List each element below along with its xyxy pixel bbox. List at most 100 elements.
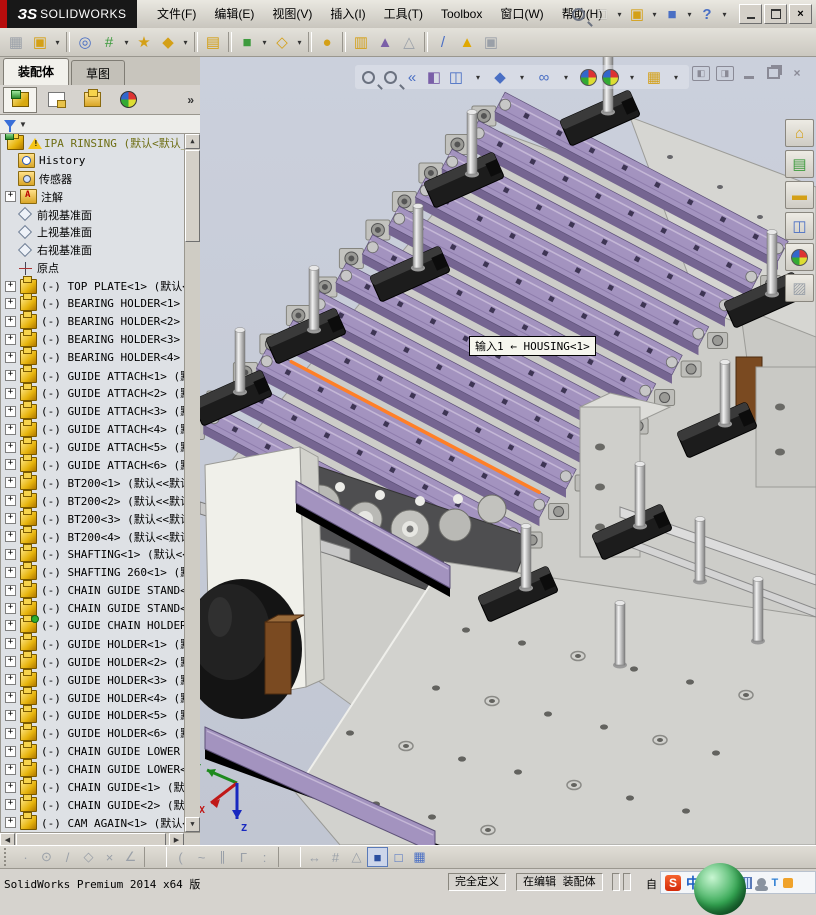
tree-item-front-plane[interactable]: 前视基准面 <box>1 206 200 224</box>
expand-toggle[interactable]: + <box>5 602 16 614</box>
propertymanager-tab-icon[interactable] <box>39 87 73 113</box>
linear-component-pattern-icon[interactable]: # <box>97 30 121 54</box>
expand-toggle[interactable]: + <box>5 370 16 382</box>
expand-toggle[interactable]: + <box>5 531 16 543</box>
tree-item-bt200-4[interactable]: + (-) BT200<4> (默认<<默认 <box>1 526 200 546</box>
tree-item-cam-again-1[interactable]: + (-) CAM AGAIN<1> (默认< <box>1 812 200 832</box>
grid-icon[interactable]: # <box>325 847 346 867</box>
expand-toggle[interactable] <box>5 174 14 183</box>
menu-toolbox[interactable]: Toolbox <box>432 0 491 28</box>
snapshot-icon[interactable]: ▣ <box>479 30 503 54</box>
apply-scene-icon[interactable] <box>599 66 621 88</box>
zoom-to-fit-icon[interactable] <box>357 66 379 88</box>
expand-toggle[interactable]: + <box>5 781 16 793</box>
view-palette-icon[interactable]: ◫ <box>785 212 814 240</box>
polygon-icon[interactable]: ◇ <box>78 847 99 867</box>
smart-dimension-icon[interactable]: ↔ <box>304 847 325 867</box>
hide-show-dropdown-icon[interactable]: ▾ <box>555 66 577 88</box>
sogou-logo-icon[interactable]: S <box>665 874 681 891</box>
appearances-icon[interactable] <box>785 243 814 271</box>
expand-toggle[interactable]: + <box>5 405 16 417</box>
point-icon[interactable]: · <box>15 847 36 867</box>
expand-toggle[interactable]: + <box>5 513 16 525</box>
menu-file[interactable]: 文件(F) <box>148 0 205 28</box>
motion-study-icon[interactable]: ● <box>315 30 339 54</box>
tab-sketch[interactable]: 草图 <box>71 60 126 85</box>
tree-item-chain-guide-stand-1[interactable]: + (-) CHAIN GUIDE STAND<1 <box>1 579 200 599</box>
menu-view[interactable]: 视图(V) <box>263 0 321 28</box>
expand-toggle[interactable] <box>5 228 14 237</box>
parallel-relation-icon[interactable]: ∥ <box>212 847 233 867</box>
expand-toggle[interactable]: + <box>5 692 16 704</box>
view-settings-dropdown-icon[interactable]: ▾ <box>665 66 687 88</box>
expand-toggle[interactable]: + <box>5 316 16 328</box>
explode-line-sketch-icon[interactable]: △ <box>397 30 421 54</box>
perpendicular-relation-icon[interactable]: Γ <box>233 847 254 867</box>
open-part-dropdown-icon[interactable]: ▾ <box>52 30 63 54</box>
home-resources-icon[interactable]: ⌂ <box>785 119 814 147</box>
expand-toggle[interactable]: + <box>5 495 16 507</box>
tab-assembly[interactable]: 装配体 <box>3 58 70 85</box>
insert-components-icon[interactable]: ▦ <box>4 30 28 54</box>
doc-restore-button[interactable] <box>764 65 782 81</box>
tree-item-guide-holder-6[interactable]: + (-) GUIDE HOLDER<6> (默 <box>1 722 200 742</box>
panel-expand-chevron[interactable]: » <box>187 93 194 107</box>
save-icon[interactable]: ■ <box>660 2 684 26</box>
open-document-icon[interactable]: ▣ <box>625 2 649 26</box>
tree-item-guide-holder-5[interactable]: + (-) GUIDE HOLDER<5> (默 <box>1 704 200 725</box>
expand-toggle[interactable]: + <box>5 638 16 650</box>
scroll-up-arrow[interactable]: ▲ <box>185 134 200 149</box>
featuremanager-tab-icon[interactable] <box>3 86 37 113</box>
expand-toggle[interactable]: + <box>5 674 16 686</box>
file-explorer-icon[interactable]: ▬ <box>785 181 814 209</box>
display-style-icon[interactable]: ◆ <box>489 66 511 88</box>
expand-toggle[interactable]: + <box>5 727 16 739</box>
circle-icon[interactable]: ⊙ <box>36 847 57 867</box>
tree-root-assembly[interactable]: IPA RINSING (默认<默认_ <box>1 134 200 152</box>
menu-insert[interactable]: 插入(I) <box>321 0 374 28</box>
expand-toggle[interactable]: + <box>5 441 16 453</box>
tree-item-guide-holder-1[interactable]: + (-) GUIDE HOLDER<1> (默 <box>1 633 200 653</box>
tree-item-guide-holder-3[interactable]: + (-) GUIDE HOLDER<3> (默 <box>1 669 200 689</box>
tree-item-guide-attach-6[interactable]: + (-) GUIDE ATTACH<6> (默 <box>1 454 200 474</box>
search-icon[interactable] <box>566 2 590 26</box>
expand-toggle[interactable]: + <box>5 799 16 811</box>
expand-toggle[interactable]: + <box>5 191 16 203</box>
scroll-down-arrow[interactable]: ▼ <box>185 817 200 832</box>
menu-edit[interactable]: 编辑(E) <box>205 0 263 28</box>
sketch-fillet-icon[interactable]: ∠ <box>120 847 141 867</box>
3d-model-canvas[interactable]: Y X Z <box>200 57 816 845</box>
custom-properties-icon[interactable]: ▨ <box>785 274 814 302</box>
measure-icon[interactable]: / <box>431 30 455 54</box>
tree-item-chain-guide-stand-2[interactable]: + (-) CHAIN GUIDE STAND<2 <box>1 597 200 617</box>
line-icon[interactable]: / <box>57 847 78 867</box>
skin-icon[interactable]: T <box>771 877 778 889</box>
shaded-with-edges-icon[interactable]: ■ <box>367 847 388 867</box>
toolbar-drag-handle[interactable] <box>4 848 11 866</box>
mate-icon[interactable]: ◎ <box>73 30 97 54</box>
tree-item-top-plate-1[interactable]: + (-) TOP PLATE<1> (默认< <box>1 275 200 295</box>
expand-toggle[interactable] <box>5 156 14 165</box>
tree-item-guide-attach-3[interactable]: + (-) GUIDE ATTACH<3> (默 <box>1 400 200 420</box>
tree-item-bearing-holder-1[interactable]: + (-) BEARING HOLDER<1> ( <box>1 293 200 313</box>
expand-toggle[interactable] <box>5 246 14 255</box>
menu-tools[interactable]: 工具(T) <box>375 0 432 28</box>
save-dropdown-icon[interactable]: ▾ <box>684 2 695 26</box>
tree-item-guide-chain-holder[interactable]: + (-) GUIDE CHAIN HOLDER< <box>1 615 200 635</box>
expand-toggle[interactable]: + <box>5 352 16 364</box>
tree-item-shafting-1[interactable]: + (-) SHAFTING<1> (默认<< <box>1 543 200 563</box>
tree-item-chain-guide-1[interactable]: + (-) CHAIN GUIDE<1> (默认 <box>1 776 200 796</box>
tree-item-origin[interactable]: 原点 <box>1 259 200 277</box>
displaymanager-tab-icon[interactable] <box>111 87 145 113</box>
centerline-icon[interactable]: : <box>254 847 275 867</box>
tree-item-bt200-2[interactable]: + (-) BT200<2> (默认<<默认 <box>1 490 200 510</box>
previous-view-icon[interactable]: « <box>401 66 423 88</box>
expand-toggle[interactable]: + <box>5 656 16 668</box>
expand-toggle[interactable]: + <box>5 566 16 578</box>
bill-of-materials-icon[interactable]: ▥ <box>349 30 373 54</box>
tree-item-bearing-holder-3[interactable]: + (-) BEARING HOLDER<3> ( <box>1 329 200 349</box>
expand-toggle[interactable]: + <box>5 709 16 721</box>
reference-geometry-icon[interactable]: ◇ <box>270 30 294 54</box>
expand-toggle[interactable]: + <box>5 459 16 471</box>
arc-icon[interactable]: ( <box>170 847 191 867</box>
